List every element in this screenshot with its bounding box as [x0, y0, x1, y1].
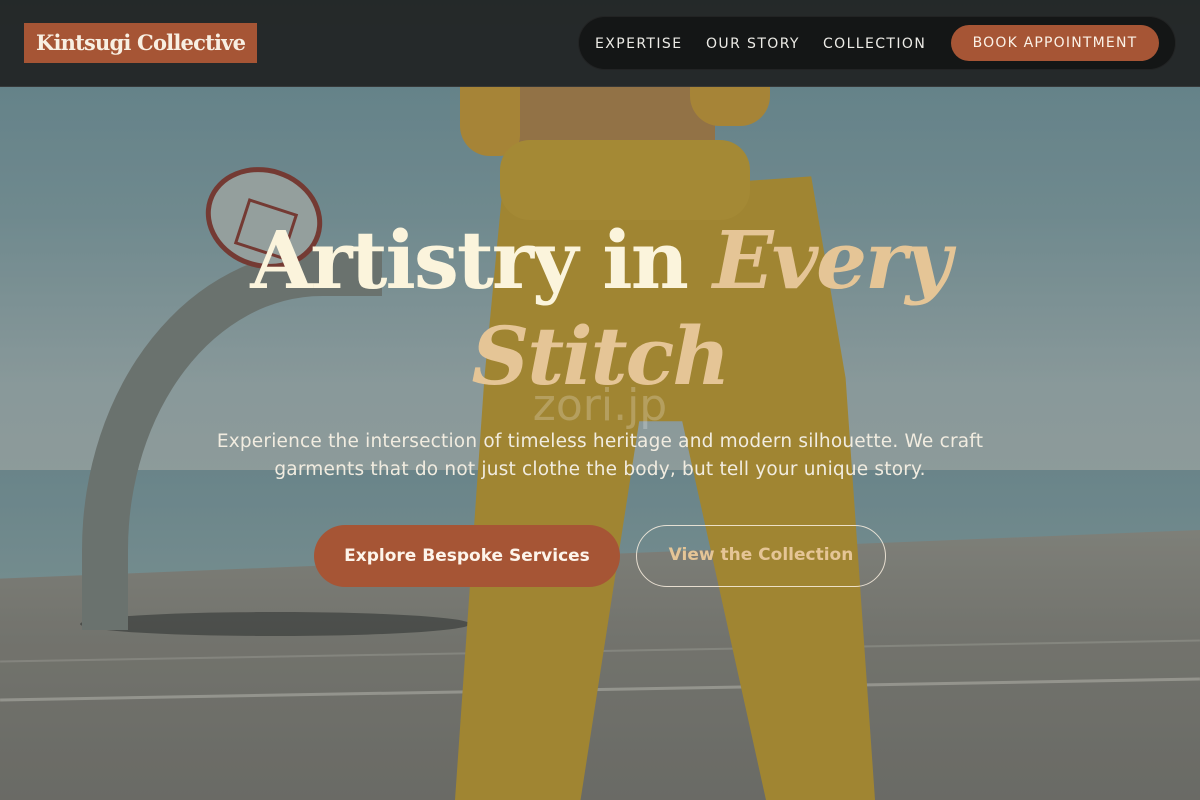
subtitle-line: garments that do not just clothe the bod… — [274, 459, 926, 480]
brand-logo[interactable]: Kintsugi Collective — [24, 23, 258, 63]
nav-link-expertise[interactable]: EXPERTISE — [595, 17, 682, 71]
explore-bespoke-services-button[interactable]: Explore Bespoke Services — [314, 525, 620, 587]
headline-accent: Every — [712, 213, 952, 307]
headline-plain: Artistry in — [250, 213, 689, 307]
view-collection-button[interactable]: View the Collection — [636, 525, 886, 587]
site-header: Kintsugi Collective EXPERTISE OUR STORY … — [0, 0, 1200, 87]
hero-headline: Artistry in Every Stitch — [200, 212, 1000, 404]
subtitle-line: Experience the intersection of timeless … — [216, 431, 984, 452]
nav-link-collection[interactable]: COLLECTION — [823, 17, 926, 71]
book-appointment-button[interactable]: BOOK APPOINTMENT — [951, 25, 1159, 61]
hero-subtitle: Experience the intersection of timeless … — [195, 428, 1005, 484]
main-nav: EXPERTISE OUR STORY COLLECTION BOOK APPO… — [578, 16, 1176, 70]
headline-accent: Stitch — [471, 309, 731, 403]
nav-link-our-story[interactable]: OUR STORY — [706, 17, 800, 71]
